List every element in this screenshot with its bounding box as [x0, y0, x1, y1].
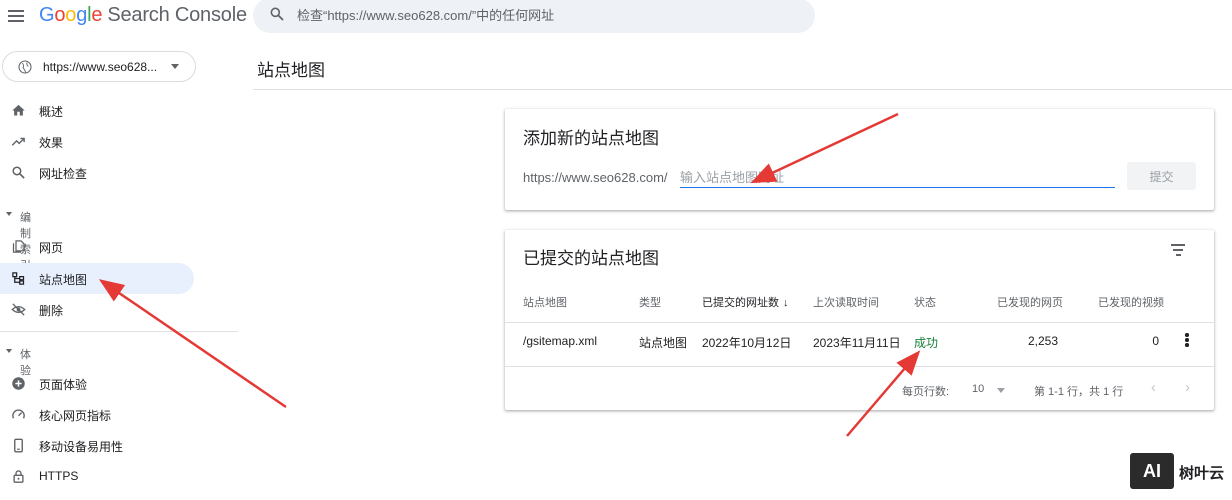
- sidebar-item-label: 效果: [39, 136, 64, 150]
- sidebar-item-label: 网页: [39, 241, 64, 255]
- column-header-label: 已提交的网址数: [702, 297, 779, 309]
- trending-up-icon: [11, 137, 25, 146]
- chevron-left-icon[interactable]: ‹: [1151, 379, 1156, 396]
- cell-last-read: 2023年11月11日: [813, 336, 901, 350]
- title-divider: [253, 89, 1232, 90]
- dropdown-arrow-icon: [997, 388, 1005, 393]
- menu-icon[interactable]: [8, 7, 26, 25]
- row-divider: [505, 366, 1214, 367]
- card-title: 已提交的站点地图: [523, 249, 659, 268]
- cell-sitemap[interactable]: /gsitemap.xml: [523, 334, 597, 348]
- page-title: 站点地图: [257, 61, 325, 80]
- sidebar-item-removals[interactable]: 删除: [0, 294, 194, 325]
- watermark: AI 树叶云: [1130, 453, 1230, 489]
- dropdown-arrow-icon: [171, 64, 179, 69]
- visibility-off-icon: [11, 303, 26, 316]
- property-selector[interactable]: https://www.seo628...: [2, 51, 196, 82]
- watermark-logo: AI: [1130, 453, 1174, 489]
- cell-type: 站点地图: [639, 336, 688, 350]
- collapse-arrow-icon: [6, 349, 12, 353]
- smartphone-icon: [14, 438, 23, 453]
- sidebar-item-url-inspection[interactable]: 网址检查: [0, 157, 194, 188]
- logo-letter: g: [76, 4, 88, 26]
- filter-icon[interactable]: [1170, 244, 1186, 258]
- more-vert-icon[interactable]: [1184, 333, 1190, 347]
- sidebar-item-core-web-vitals[interactable]: 核心网页指标: [0, 399, 194, 430]
- add-circle-icon: [12, 377, 25, 390]
- sidebar-item-label: 站点地图: [39, 273, 88, 287]
- card-title: 添加新的站点地图: [523, 129, 659, 148]
- status-badge: 成功: [914, 336, 939, 350]
- sidebar-item-label: 页面体验: [39, 378, 88, 392]
- column-header-type[interactable]: 类型: [639, 294, 661, 310]
- column-header-pages[interactable]: 已发现的网页: [997, 294, 1063, 310]
- collapse-arrow-icon: [6, 212, 12, 216]
- url-prefix: https://www.seo628.com/: [523, 170, 668, 185]
- sidebar-item-label: 概述: [39, 105, 64, 119]
- submitted-sitemaps-card: 已提交的站点地图 站点地图 类型 已提交的网址数 ↓ 上次读取时间 状态 已发现的…: [505, 230, 1214, 410]
- cell-videos: 0: [1152, 334, 1159, 348]
- app-header: Google Search Console: [0, 0, 1232, 36]
- column-header-status[interactable]: 状态: [914, 294, 936, 310]
- sidebar-item-mobile-usability[interactable]: 移动设备易用性: [0, 430, 194, 461]
- logo-letter: o: [54, 4, 66, 26]
- sidebar-item-label: 核心网页指标: [39, 409, 112, 423]
- sidebar-item-pages[interactable]: 网页: [0, 231, 194, 262]
- logo-letter: e: [91, 4, 103, 26]
- column-header-submitted[interactable]: 已提交的网址数 ↓: [702, 294, 789, 310]
- column-header-last-read[interactable]: 上次读取时间: [813, 294, 879, 310]
- logo-letter: o: [65, 4, 77, 26]
- submit-button[interactable]: 提交: [1127, 162, 1196, 190]
- globe-icon: [18, 60, 32, 74]
- cell-submitted: 2022年10月12日: [702, 336, 792, 350]
- pagination-range: 第 1-1 行，共 1 行: [1034, 386, 1124, 398]
- search-input[interactable]: [297, 5, 797, 25]
- search-icon: [12, 166, 25, 179]
- sidebar-item-https[interactable]: HTTPS: [0, 461, 194, 492]
- home-icon: [12, 104, 25, 116]
- sidebar-item-overview[interactable]: 概述: [0, 95, 194, 126]
- chevron-right-icon[interactable]: ›: [1185, 379, 1190, 396]
- sitemap-url-input[interactable]: [680, 168, 1115, 188]
- sidebar-item-label: 网址检查: [39, 167, 88, 181]
- pages-icon: [12, 240, 25, 253]
- sidebar-item-label: HTTPS: [39, 469, 79, 483]
- property-label: https://www.seo628...: [43, 60, 158, 74]
- url-inspection-search[interactable]: [253, 0, 815, 33]
- watermark-text: 树叶云: [1179, 465, 1225, 482]
- sitemap-icon: [12, 272, 25, 285]
- logo-letter: G: [39, 4, 55, 26]
- rows-per-page-label: 每页行数:: [902, 386, 950, 398]
- rows-per-page-value: 10: [972, 383, 985, 395]
- search-icon: [270, 7, 284, 21]
- column-header-videos[interactable]: 已发现的视频: [1098, 294, 1164, 310]
- product-name: Search Console: [107, 4, 247, 26]
- column-header-sitemap[interactable]: 站点地图: [523, 294, 567, 310]
- sidebar-item-label: 移动设备易用性: [39, 440, 124, 454]
- header-divider: [505, 322, 1214, 323]
- sidebar-item-page-experience[interactable]: 页面体验: [0, 368, 194, 399]
- rows-per-page-select[interactable]: 10: [972, 381, 1010, 399]
- sidebar-item-sitemaps[interactable]: 站点地图: [0, 263, 194, 294]
- sidebar-item-performance[interactable]: 效果: [0, 126, 194, 157]
- lock-icon: [13, 470, 24, 483]
- app-logo[interactable]: Google Search Console: [39, 4, 247, 27]
- sidebar-divider: [0, 331, 238, 332]
- cell-pages: 2,253: [1027, 334, 1058, 348]
- add-sitemap-card: 添加新的站点地图 https://www.seo628.com/ 提交: [505, 109, 1214, 210]
- speed-icon: [12, 409, 25, 419]
- sort-arrow-down-icon: ↓: [783, 297, 789, 309]
- sidebar-item-label: 删除: [39, 304, 64, 318]
